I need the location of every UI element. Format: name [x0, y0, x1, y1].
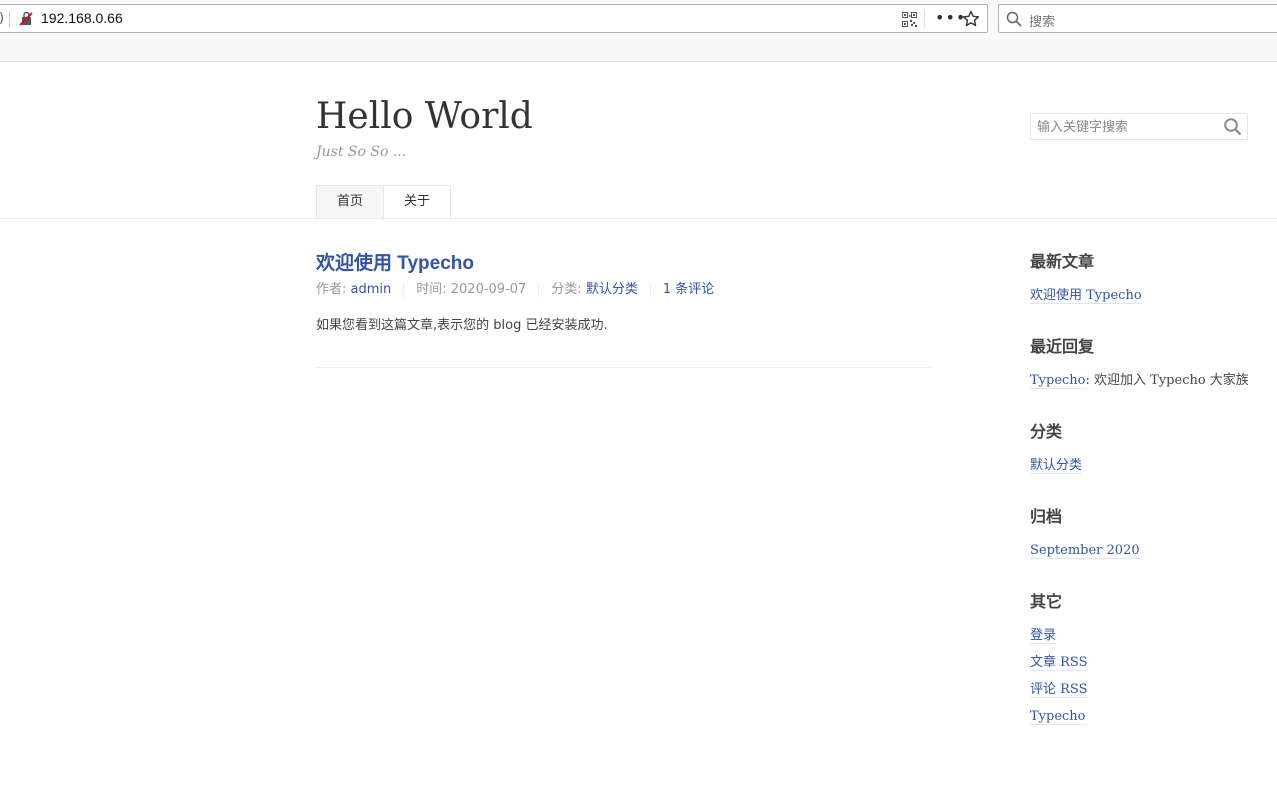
- post-author-label: 作者:: [316, 282, 351, 297]
- post-author-link[interactable]: admin: [351, 282, 392, 297]
- site-title[interactable]: Hello World: [316, 96, 533, 137]
- post-category-link[interactable]: 默认分类: [586, 282, 638, 297]
- site-search-input[interactable]: [1037, 118, 1217, 136]
- widget-title: 其它: [1030, 592, 1063, 611]
- site-search-button-icon[interactable]: [1223, 117, 1243, 137]
- list-item: Typecho: [1030, 706, 1250, 728]
- widget-misc: 其它 登录 文章 RSS 评论 RSS Typecho: [1030, 588, 1250, 728]
- widget-archives: 归档 September 2020: [1030, 503, 1250, 562]
- post-category-label: 分类:: [551, 282, 586, 297]
- list-item: September 2020: [1030, 540, 1250, 562]
- list-item: 欢迎使用 Typecho: [1030, 285, 1250, 307]
- nav-item-about[interactable]: 关于: [384, 185, 452, 219]
- list-item: 文章 RSS: [1030, 652, 1250, 674]
- post-meta: 作者: admin 时间: 2020-09-07 分类: 默认分类 1 条评论: [316, 282, 726, 298]
- archive-link[interactable]: September 2020: [1030, 543, 1140, 559]
- bookmarks-strip: [0, 36, 1277, 62]
- list-item: 登录: [1030, 625, 1250, 647]
- insecure-connection-icon[interactable]: [19, 12, 33, 26]
- sidebar: 最新文章 欢迎使用 Typecho 最近回复 Typecho: 欢迎加入 Typ…: [1030, 248, 1250, 754]
- posts-rss-link[interactable]: 文章 RSS: [1030, 655, 1088, 671]
- category-link[interactable]: 默认分类: [1030, 458, 1083, 474]
- widget-title: 最新文章: [1030, 252, 1095, 271]
- post-category: 分类: 默认分类: [538, 282, 650, 298]
- qr-code-icon[interactable]: [902, 12, 917, 27]
- browser-search-box[interactable]: 搜索: [998, 4, 1277, 33]
- address-separator: [9, 11, 10, 27]
- url-text[interactable]: 192.168.0.66: [41, 10, 123, 26]
- widget-title: 归档: [1030, 507, 1063, 526]
- widget-title: 分类: [1030, 422, 1063, 441]
- post-title-link[interactable]: 欢迎使用 Typecho: [316, 248, 474, 275]
- post-comments: 1 条评论: [649, 282, 726, 298]
- list-item: 默认分类: [1030, 455, 1250, 477]
- site-search-form: [1030, 113, 1248, 140]
- comment-author-link[interactable]: Typecho: [1030, 373, 1086, 389]
- bookmark-star-icon[interactable]: [962, 10, 980, 28]
- post-author: 作者: admin: [316, 282, 403, 298]
- post-time: 时间: 2020-09-07: [403, 282, 538, 298]
- address-divider: [924, 10, 925, 28]
- post-divider: [316, 367, 931, 368]
- site-description: Just So So ...: [316, 144, 407, 160]
- login-link[interactable]: 登录: [1030, 628, 1057, 644]
- search-icon: [1006, 11, 1022, 27]
- widget-title: 最近回复: [1030, 337, 1095, 356]
- widget-recent-comments: 最近回复 Typecho: 欢迎加入 Typecho 大家族: [1030, 333, 1250, 392]
- comments-rss-link[interactable]: 评论 RSS: [1030, 682, 1088, 698]
- address-bar[interactable]: ) 192.168.0.66 •••: [0, 4, 988, 33]
- comment-excerpt: : 欢迎加入 Typecho 大家族: [1085, 373, 1249, 388]
- list-item: Typecho: 欢迎加入 Typecho 大家族: [1030, 370, 1250, 392]
- post-comments-link[interactable]: 1 条评论: [663, 282, 714, 297]
- widget-categories: 分类 默认分类: [1030, 418, 1250, 477]
- browser-toolbar: ) 192.168.0.66 •••: [0, 0, 1277, 36]
- list-item: 评论 RSS: [1030, 679, 1250, 701]
- typecho-link[interactable]: Typecho: [1030, 709, 1086, 725]
- recent-post-link[interactable]: 欢迎使用 Typecho: [1030, 288, 1142, 304]
- reader-glyph: ): [0, 11, 4, 26]
- nav-item-home[interactable]: 首页: [316, 185, 385, 219]
- post-content: 如果您看到这篇文章,表示您的 blog 已经安装成功.: [316, 318, 608, 333]
- browser-search-placeholder: 搜索: [1029, 15, 1056, 30]
- main-nav: 首页 关于: [316, 185, 452, 219]
- header-divider: [0, 218, 1277, 219]
- widget-recent-posts: 最新文章 欢迎使用 Typecho: [1030, 248, 1250, 307]
